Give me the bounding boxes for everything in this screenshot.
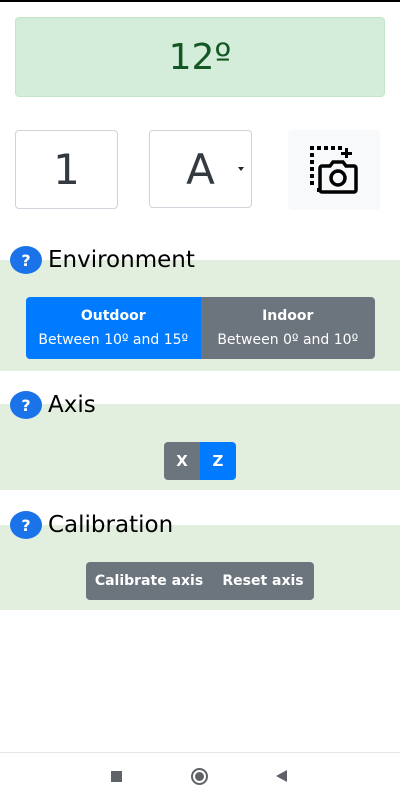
axis-z-button[interactable]: Z	[200, 442, 236, 480]
calibration-title: Calibration	[48, 512, 174, 538]
indoor-range: Between 0º and 10º	[217, 332, 359, 348]
letter-select[interactable]: A	[149, 130, 252, 208]
screenshot-button[interactable]	[288, 130, 380, 210]
status-bar-edge	[0, 0, 400, 2]
outdoor-option[interactable]: Outdoor Between 10º and 15º	[26, 297, 201, 359]
indoor-option[interactable]: Indoor Between 0º and 10º	[200, 297, 375, 359]
help-icon[interactable]: ?	[10, 511, 42, 539]
system-navbar	[0, 752, 400, 800]
environment-toggle: Outdoor Between 10º and 15º Indoor Betwe…	[26, 297, 375, 359]
help-icon[interactable]: ?	[10, 246, 42, 274]
caret-down-icon	[238, 167, 244, 171]
calibration-buttons: Calibrate axis Reset axis	[86, 562, 314, 600]
calibrate-axis-button[interactable]: Calibrate axis	[86, 562, 212, 600]
recent-apps-icon[interactable]	[111, 771, 122, 782]
axis-header: ? Axis	[10, 391, 96, 419]
calibration-header: ? Calibration	[10, 511, 173, 539]
camera-capture-icon	[310, 146, 358, 194]
axis-toggle: X Z	[164, 442, 236, 480]
environment-header: ? Environment	[10, 246, 195, 274]
back-icon[interactable]	[276, 770, 287, 782]
angle-value: 12º	[168, 36, 232, 78]
environment-title: Environment	[48, 247, 195, 273]
number-value: 1	[53, 145, 80, 194]
angle-display: 12º	[15, 17, 385, 97]
home-icon[interactable]	[191, 768, 208, 785]
axis-title: Axis	[48, 392, 96, 418]
outdoor-range: Between 10º and 15º	[38, 332, 189, 348]
help-icon[interactable]: ?	[10, 391, 42, 419]
indoor-label: Indoor	[262, 308, 314, 324]
axis-x-button[interactable]: X	[164, 442, 200, 480]
outdoor-label: Outdoor	[80, 308, 146, 324]
number-box[interactable]: 1	[15, 130, 118, 209]
reset-axis-button[interactable]: Reset axis	[212, 562, 314, 600]
letter-value: A	[186, 144, 215, 194]
